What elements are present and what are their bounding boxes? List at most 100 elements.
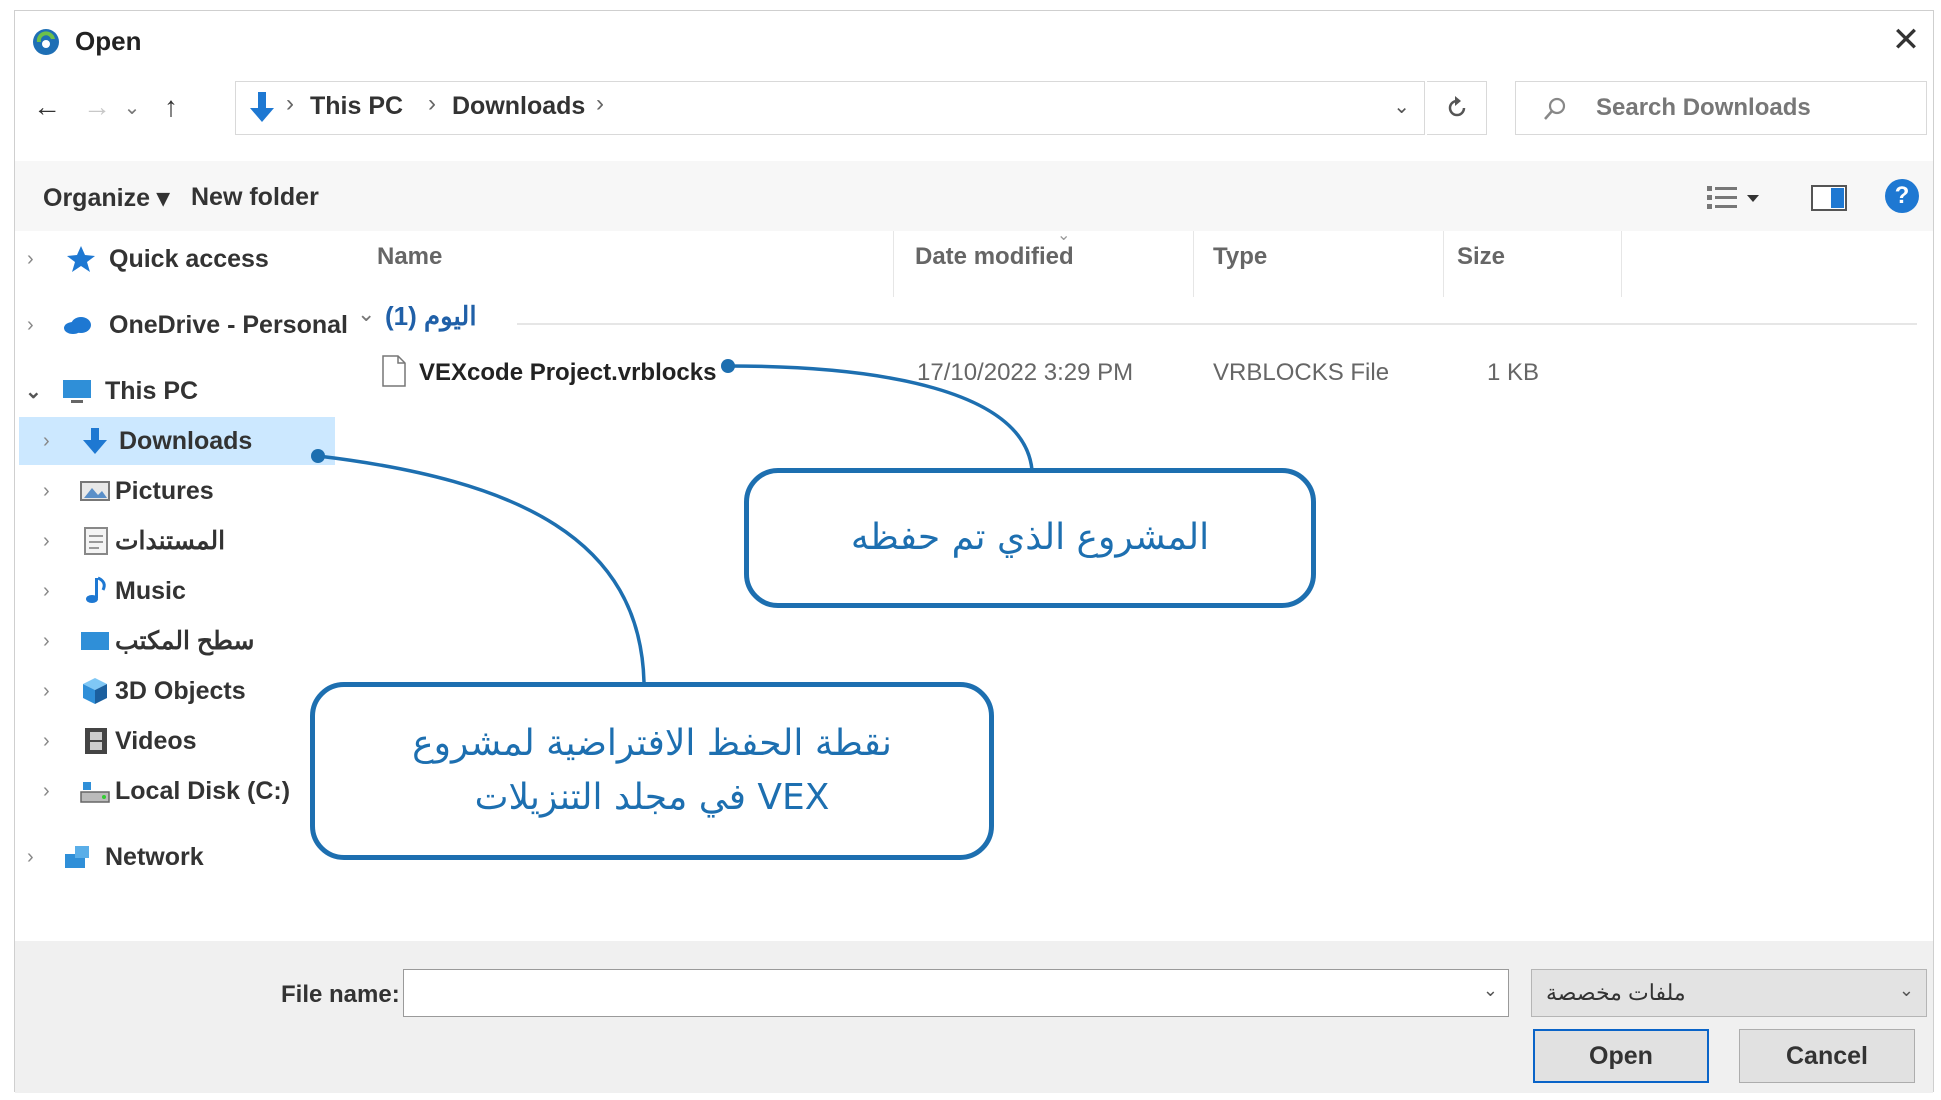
sidebar-item-label: OneDrive - Personal [109, 310, 348, 339]
search-box[interactable]: Search Downloads [1515, 81, 1927, 135]
chevron-right-icon[interactable]: › [43, 630, 50, 653]
chevron-right-icon[interactable]: › [43, 780, 50, 803]
column-header-size[interactable]: Size [1457, 243, 1505, 271]
open-button[interactable]: Open [1533, 1029, 1709, 1083]
music-note-icon [86, 576, 106, 603]
file-name-input[interactable]: ⌄ [403, 969, 1509, 1017]
callout-saved-project: المشروع الذي تم حفظه [744, 468, 1316, 608]
breadcrumb-separator: › [428, 90, 436, 117]
sidebar-item-music[interactable]: › Music [15, 567, 335, 615]
chevron-right-icon[interactable]: › [43, 480, 50, 503]
star-icon [67, 246, 95, 272]
sidebar-item-label: This PC [105, 376, 199, 405]
file-type-value: ملفات مخصصة [1546, 980, 1686, 1005]
file-name-label: File name: [281, 981, 400, 1008]
file-row[interactable]: VEXcode Project.vrblocks 17/10/2022 3:29… [357, 349, 1557, 397]
breadcrumb-downloads[interactable]: Downloads [452, 92, 585, 121]
column-divider[interactable] [1621, 231, 1622, 297]
sidebar-item-3d-objects[interactable]: › 3D Objects [15, 667, 335, 715]
breadcrumb-separator: › [286, 90, 294, 117]
organize-button[interactable]: Organize ▾ [43, 183, 169, 213]
download-arrow-icon [250, 92, 274, 122]
close-icon: ✕ [1891, 21, 1921, 59]
callout-default-save-line1: نقطة الحفظ الافتراضية لمشروع [412, 723, 892, 764]
window-title: Open [75, 26, 142, 56]
recent-locations-button[interactable]: ⌄ [119, 85, 145, 129]
chevron-down-icon[interactable]: ⌄ [25, 379, 42, 404]
address-bar[interactable]: › This PC › Downloads › ⌄ [235, 81, 1425, 135]
film-icon [85, 728, 107, 754]
new-folder-button[interactable]: New folder [191, 183, 319, 212]
callout-default-save-line2: VEX في مجلد التنزيلات [474, 777, 830, 818]
sidebar-item-label: المستندات [115, 527, 226, 555]
file-group-header[interactable]: ⌄ اليوم (1) [357, 297, 1927, 341]
title-bar: Open ✕ [15, 11, 1933, 73]
chevron-right-icon[interactable]: › [27, 248, 34, 271]
help-button[interactable]: ? [1885, 179, 1919, 213]
chevron-right-icon[interactable]: › [27, 846, 34, 869]
sidebar-item-local-disk[interactable]: › Local Disk (C:) [15, 767, 335, 815]
cancel-button[interactable]: Cancel [1739, 1029, 1915, 1083]
group-divider [517, 323, 1917, 325]
column-divider[interactable] [1443, 231, 1444, 297]
download-arrow-icon [83, 428, 107, 454]
file-type: VRBLOCKS File [1213, 359, 1390, 386]
chevron-right-icon[interactable]: › [43, 430, 50, 453]
sidebar-item-this-pc[interactable]: ⌄ This PC [15, 367, 335, 415]
column-divider[interactable] [893, 231, 894, 297]
chevron-down-icon[interactable]: ⌄ [1483, 980, 1498, 1001]
column-header-date-modified[interactable]: Date modified [915, 243, 1074, 271]
sidebar-item-label: Network [105, 842, 204, 871]
forward-arrow-icon: → [83, 91, 111, 122]
column-header-type[interactable]: Type [1213, 243, 1267, 271]
breadcrumb-separator: › [596, 90, 604, 117]
chevron-right-icon[interactable]: › [27, 314, 34, 337]
view-options-icon[interactable] [1705, 183, 1765, 213]
chevron-right-icon[interactable]: › [43, 680, 50, 703]
search-icon [1544, 97, 1566, 120]
computer-icon [63, 380, 91, 403]
file-date-modified: 17/10/2022 3:29 PM [917, 359, 1134, 386]
sidebar-item-videos[interactable]: › Videos [15, 717, 335, 765]
search-input[interactable]: Search Downloads [1596, 94, 1811, 122]
sidebar-item-desktop[interactable]: › سطح المكتب [15, 617, 335, 665]
command-toolbar: Organize ▾ New folder ? [15, 161, 1933, 231]
sidebar-item-label: Videos [115, 726, 197, 755]
address-dropdown-icon[interactable]: ⌄ [1393, 94, 1410, 119]
chevron-down-icon[interactable]: ⌄ [357, 301, 375, 327]
forward-button[interactable]: → [77, 85, 117, 129]
sidebar-item-label: Pictures [115, 476, 214, 505]
chevron-right-icon[interactable]: › [43, 530, 50, 553]
file-icon [382, 355, 406, 387]
sidebar-item-onedrive[interactable]: › OneDrive - Personal [15, 301, 348, 349]
documents-icon [84, 527, 108, 555]
sidebar-item-pictures[interactable]: › Pictures [15, 467, 335, 515]
chevron-right-icon[interactable]: › [43, 580, 50, 603]
file-group-label: اليوم (1) [385, 301, 477, 331]
sidebar-item-downloads[interactable]: › Downloads [19, 417, 335, 465]
drive-icon [80, 782, 110, 803]
close-button[interactable]: ✕ [1879, 15, 1933, 65]
refresh-button[interactable] [1427, 81, 1487, 135]
column-divider[interactable] [1193, 231, 1194, 297]
chevron-down-icon: ⌄ [123, 96, 141, 119]
sidebar-item-label: Music [115, 576, 186, 605]
app-icon [33, 29, 59, 55]
cloud-icon [64, 317, 91, 334]
chevron-right-icon[interactable]: › [43, 730, 50, 753]
desktop-icon [81, 632, 109, 650]
preview-pane-icon[interactable] [1811, 185, 1847, 211]
refresh-icon [1448, 96, 1465, 117]
back-arrow-icon: ← [33, 91, 61, 122]
sidebar-item-network[interactable]: › Network [15, 833, 335, 881]
callout-saved-project-text: المشروع الذي تم حفظه [850, 517, 1210, 558]
column-header-name[interactable]: Name [377, 243, 442, 271]
sidebar-item-documents[interactable]: › المستندات [15, 517, 335, 565]
sidebar-item-quick-access[interactable]: › Quick access [15, 235, 335, 283]
file-type-select[interactable]: ملفات مخصصة ⌄ [1531, 969, 1927, 1017]
back-button[interactable]: ← [27, 85, 67, 129]
breadcrumb-this-pc[interactable]: This PC [310, 92, 403, 121]
help-icon: ? [1894, 182, 1910, 209]
sidebar-item-label: Downloads [119, 426, 253, 455]
up-button[interactable]: ↑ [151, 85, 191, 129]
